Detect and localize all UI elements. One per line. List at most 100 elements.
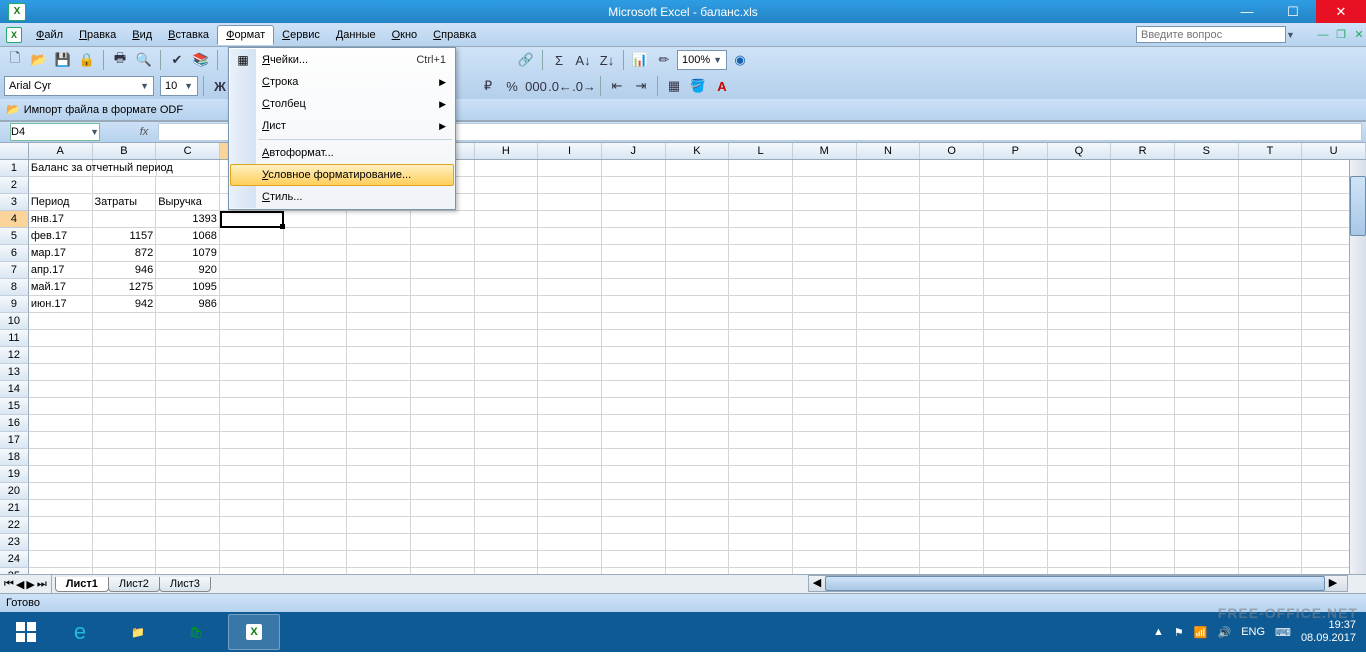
- minimize-button[interactable]: —: [1224, 0, 1270, 23]
- cell[interactable]: [729, 432, 793, 449]
- cell[interactable]: [284, 432, 348, 449]
- cell[interactable]: [475, 500, 539, 517]
- cell[interactable]: [793, 398, 857, 415]
- cell[interactable]: [729, 466, 793, 483]
- cell[interactable]: [602, 160, 666, 177]
- cell[interactable]: май.17: [29, 279, 93, 296]
- dropdown-arrow-icon[interactable]: ▼: [1286, 30, 1295, 40]
- cell[interactable]: [920, 330, 984, 347]
- print-icon[interactable]: 🖶: [109, 49, 131, 71]
- cell[interactable]: [1175, 364, 1239, 381]
- cell[interactable]: [1048, 194, 1112, 211]
- cell[interactable]: [984, 398, 1048, 415]
- cell[interactable]: [666, 330, 730, 347]
- cell[interactable]: [984, 551, 1048, 568]
- cell[interactable]: [284, 551, 348, 568]
- fx-label[interactable]: fx: [134, 126, 154, 138]
- cell[interactable]: [1175, 160, 1239, 177]
- mdi-restore-button[interactable]: ❐: [1334, 28, 1348, 42]
- cell[interactable]: [156, 364, 220, 381]
- cell[interactable]: [93, 398, 157, 415]
- cell[interactable]: [1048, 398, 1112, 415]
- cell[interactable]: [284, 262, 348, 279]
- cell[interactable]: [1175, 330, 1239, 347]
- row-header[interactable]: 1: [0, 160, 29, 177]
- column-header[interactable]: T: [1239, 143, 1303, 159]
- cell[interactable]: [666, 534, 730, 551]
- cell[interactable]: [793, 262, 857, 279]
- menu-item[interactable]: Автоформат...: [230, 142, 454, 164]
- cell[interactable]: [347, 500, 411, 517]
- cell[interactable]: [1111, 449, 1175, 466]
- cell[interactable]: [347, 381, 411, 398]
- cell[interactable]: [220, 228, 284, 245]
- cell[interactable]: [1048, 432, 1112, 449]
- cell[interactable]: [857, 330, 921, 347]
- cell[interactable]: [1048, 381, 1112, 398]
- cell[interactable]: [538, 160, 602, 177]
- cell[interactable]: [984, 347, 1048, 364]
- cell[interactable]: [1048, 330, 1112, 347]
- menu-правка[interactable]: Правка: [71, 25, 124, 45]
- cell[interactable]: [475, 330, 539, 347]
- cell[interactable]: [920, 296, 984, 313]
- cell[interactable]: [475, 211, 539, 228]
- cell[interactable]: [729, 262, 793, 279]
- cell[interactable]: [666, 177, 730, 194]
- cell[interactable]: [666, 432, 730, 449]
- tray-clock[interactable]: 19:37 08.09.2017: [1301, 619, 1356, 645]
- cell[interactable]: [1111, 398, 1175, 415]
- cell[interactable]: 1275: [93, 279, 157, 296]
- cell[interactable]: [602, 228, 666, 245]
- cell[interactable]: [984, 449, 1048, 466]
- cell[interactable]: [920, 381, 984, 398]
- cell[interactable]: [793, 177, 857, 194]
- cell[interactable]: [920, 432, 984, 449]
- cell[interactable]: [220, 534, 284, 551]
- cell[interactable]: [984, 483, 1048, 500]
- cell[interactable]: [411, 211, 475, 228]
- cell[interactable]: [793, 313, 857, 330]
- cell[interactable]: [29, 551, 93, 568]
- cell[interactable]: Баланс за отчетный период: [29, 160, 93, 177]
- cell[interactable]: [284, 296, 348, 313]
- cell[interactable]: [29, 534, 93, 551]
- cell[interactable]: [857, 449, 921, 466]
- column-header[interactable]: I: [538, 143, 602, 159]
- cell[interactable]: 920: [156, 262, 220, 279]
- menu-вид[interactable]: Вид: [124, 25, 160, 45]
- odf-import-label[interactable]: Импорт файла в формате ODF: [24, 104, 183, 116]
- cell[interactable]: [29, 330, 93, 347]
- cell[interactable]: [411, 415, 475, 432]
- cell[interactable]: [411, 398, 475, 415]
- cell[interactable]: [793, 415, 857, 432]
- column-header[interactable]: O: [920, 143, 984, 159]
- cell[interactable]: [220, 500, 284, 517]
- cell[interactable]: [793, 483, 857, 500]
- cell[interactable]: [1048, 449, 1112, 466]
- cell[interactable]: [411, 483, 475, 500]
- cell[interactable]: [284, 449, 348, 466]
- cell[interactable]: 986: [156, 296, 220, 313]
- cell[interactable]: [602, 517, 666, 534]
- cell[interactable]: [729, 228, 793, 245]
- cell[interactable]: [220, 449, 284, 466]
- cell[interactable]: [984, 228, 1048, 245]
- cell[interactable]: [1111, 381, 1175, 398]
- chart-icon[interactable]: 📊: [629, 49, 651, 71]
- permission-icon[interactable]: 🔒: [76, 49, 98, 71]
- cell[interactable]: [857, 296, 921, 313]
- cell[interactable]: [475, 466, 539, 483]
- cell[interactable]: [857, 211, 921, 228]
- cell[interactable]: [857, 228, 921, 245]
- cell[interactable]: [666, 398, 730, 415]
- cell[interactable]: [538, 228, 602, 245]
- cell[interactable]: [220, 211, 284, 228]
- research-icon[interactable]: 📚: [190, 49, 212, 71]
- column-header[interactable]: N: [857, 143, 921, 159]
- cell[interactable]: [1048, 534, 1112, 551]
- cell[interactable]: [857, 483, 921, 500]
- cell[interactable]: [93, 347, 157, 364]
- cell[interactable]: [1048, 551, 1112, 568]
- increase-indent-icon[interactable]: ⇥: [630, 75, 652, 97]
